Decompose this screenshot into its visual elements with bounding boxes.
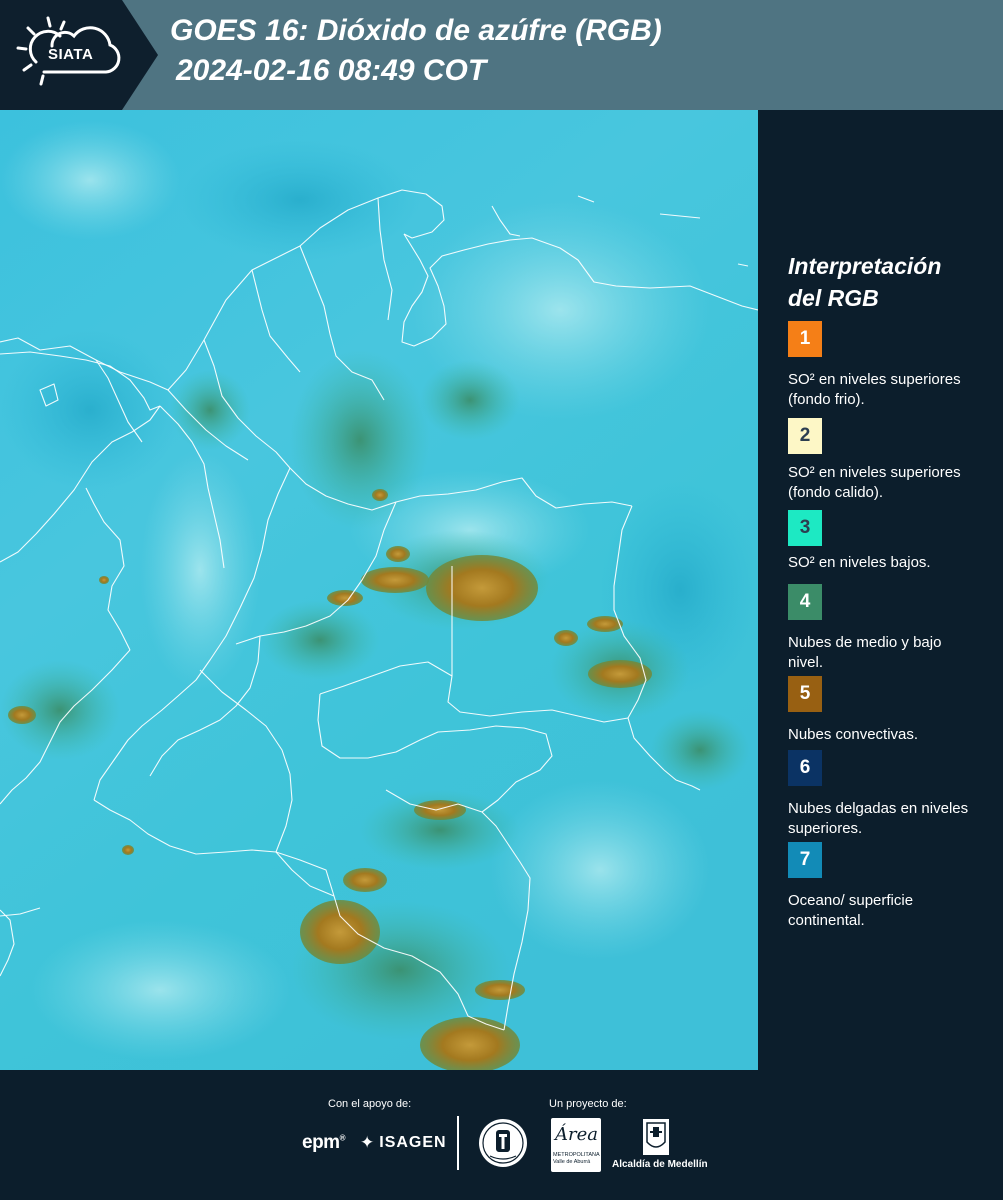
footer-sponsors: Con el apoyo de: Un proyecto de: epm® ✦ I…	[0, 1070, 1003, 1200]
goes16-so2-rgb-image	[0, 110, 758, 1070]
area-metropolitana-logo: Área METROPOLITANA Valle de Aburrá	[551, 1118, 601, 1172]
legend-number-4: 4	[799, 591, 811, 612]
legend-swatch-3: 3	[788, 510, 822, 546]
legend-swatch-6: 6	[788, 750, 822, 786]
legend-number-6: 6	[799, 757, 811, 778]
legend-item-7: 7 Oceano/ superficie continental.	[788, 842, 998, 931]
legend-item-1: 1 SO² en niveles superiores (fondo frio)…	[788, 321, 998, 410]
alcaldia-shield-icon	[643, 1119, 669, 1155]
isagen-text: ISAGEN	[379, 1134, 447, 1151]
alcaldia-label: Alcaldía de Medellín	[612, 1159, 708, 1170]
legend-number-1: 1	[799, 328, 811, 349]
legend-desc-6: Nubes delgadas en niveles superiores.	[788, 800, 969, 837]
legend-item-4: 4 Nubes de medio y bajo nivel.	[788, 584, 998, 673]
legend-desc-5: Nubes convectivas.	[788, 726, 919, 743]
legend-title-line1: Interpretación	[788, 253, 942, 279]
isagen-logo: ✦ ISAGEN	[360, 1133, 447, 1153]
legend-number-5: 5	[799, 683, 811, 704]
legend-item-3: 3 SO² en niveles bajos.	[788, 510, 998, 573]
legend-swatch-1: 1	[788, 321, 822, 357]
legend-swatch-4: 4	[788, 584, 822, 620]
legend-number-2: 2	[799, 425, 811, 446]
legend-number-7: 7	[799, 849, 811, 870]
header-bar: SIATA GOES 16: Dióxido de azúfre (RGB) 2…	[0, 0, 1003, 110]
legend-desc-7: Oceano/ superficie continental.	[788, 892, 914, 929]
epm-reg-mark: ®	[339, 1133, 346, 1143]
siata-logo: SIATA	[0, 0, 158, 110]
legend-title-line2: del RGB	[788, 285, 879, 311]
epm-text: epm	[302, 1132, 340, 1153]
rgb-legend: Interpretación del RGB 1 SO² en niveles …	[760, 110, 1003, 1070]
legend-item-2: 2 SO² en niveles superiores (fondo calid…	[788, 418, 998, 503]
legend-swatch-7: 7	[788, 842, 822, 878]
legend-number-3: 3	[799, 517, 811, 538]
support-label: Con el apoyo de:	[328, 1098, 412, 1110]
medellin-seal-icon	[479, 1119, 527, 1167]
legend-item-5: 5 Nubes convectivas.	[788, 676, 998, 745]
page-title: GOES 16: Dióxido de azúfre (RGB)	[170, 14, 662, 47]
legend-desc-3: SO² en niveles bajos.	[788, 554, 931, 571]
legend-title: Interpretación del RGB	[788, 250, 941, 314]
footer-divider	[457, 1116, 459, 1170]
legend-swatch-2: 2	[788, 418, 822, 454]
area-subtitle: METROPOLITANA Valle de Aburrá	[553, 1152, 600, 1165]
legend-item-6: 6 Nubes delgadas en niveles superiores.	[788, 750, 998, 839]
page-timestamp: 2024-02-16 08:49 COT	[176, 54, 487, 87]
legend-desc-4: Nubes de medio y bajo nivel.	[788, 634, 942, 671]
legend-swatch-5: 5	[788, 676, 822, 712]
isagen-mark-icon: ✦	[360, 1133, 376, 1152]
legend-desc-2: SO² en niveles superiores (fondo calido)…	[788, 464, 961, 501]
legend-desc-1: SO² en niveles superiores (fondo frio).	[788, 371, 961, 408]
epm-logo: epm®	[302, 1132, 346, 1154]
project-label: Un proyecto de:	[549, 1098, 627, 1110]
area-word: Área	[555, 1124, 598, 1145]
satellite-map	[0, 110, 758, 1070]
logo-text: SIATA	[48, 46, 94, 63]
